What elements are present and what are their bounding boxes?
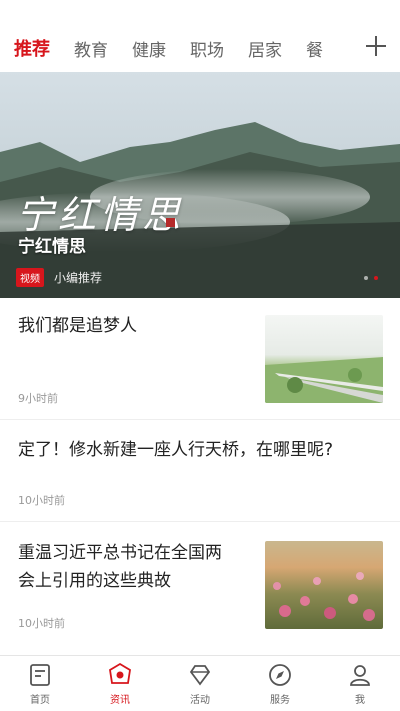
nav-activity-label: 活动 <box>190 695 210 706</box>
news-time: 9小时前 <box>18 392 58 405</box>
banner-meta: 视频 小编推荐 <box>16 268 102 287</box>
nav-me-label: 我 <box>355 695 365 706</box>
flower-field-image <box>273 572 375 621</box>
video-badge: 视频 <box>16 268 44 287</box>
news-item[interactable]: 定了！修水新建一座人行天桥，在哪里呢? 10小时前 <box>0 420 400 522</box>
highway-image <box>265 357 383 403</box>
carousel-indicator <box>358 276 378 280</box>
nav-news[interactable]: 资讯 <box>80 656 160 711</box>
tab-education[interactable]: 教育 <box>74 12 108 61</box>
banner-title: 宁红情思 <box>18 237 86 257</box>
banner-seal-stamp <box>166 218 175 227</box>
tab-recommend[interactable]: 推荐 <box>14 11 50 61</box>
category-tabs: 推荐 教育 健康 职场 居家 餐 <box>0 0 400 72</box>
news-title-line2: 会上引用的这些典故 <box>18 571 171 591</box>
banner-subtitle: 小编推荐 <box>54 271 103 285</box>
banner-calligraphy-title: 宁红情思 <box>16 193 185 237</box>
add-tab-button[interactable] <box>364 34 388 58</box>
news-icon <box>109 662 131 684</box>
news-item[interactable]: 我们都是追梦人 9小时前 <box>0 298 400 420</box>
news-item[interactable]: 重温习近平总书记在全国两 会上引用的这些典故 10小时前 <box>0 522 400 648</box>
carousel-dot[interactable] <box>364 276 368 280</box>
nav-news-label: 资讯 <box>110 695 130 706</box>
compass-icon <box>269 664 291 686</box>
featured-banner[interactable]: 宁红情思 宁红情思 视频 小编推荐 <box>0 72 400 298</box>
user-icon <box>350 665 370 686</box>
nav-activity[interactable]: 活动 <box>160 656 240 711</box>
news-time: 10小时前 <box>18 617 65 630</box>
nav-service[interactable]: 服务 <box>240 656 320 711</box>
news-title-line1: 重温习近平总书记在全国两 <box>18 543 222 563</box>
nav-service-label: 服务 <box>270 695 290 706</box>
tab-home-living[interactable]: 居家 <box>248 12 282 61</box>
tab-workplace[interactable]: 职场 <box>190 12 224 61</box>
carousel-dot-active[interactable] <box>374 276 378 280</box>
diamond-icon <box>189 665 211 686</box>
home-icon <box>30 664 50 686</box>
tab-food[interactable]: 餐 <box>306 12 323 61</box>
news-title: 我们都是追梦人 <box>18 316 137 336</box>
news-title: 定了！修水新建一座人行天桥，在哪里呢? <box>18 440 334 460</box>
news-time: 10小时前 <box>18 494 65 507</box>
nav-me[interactable]: 我 <box>320 656 400 711</box>
news-thumbnail <box>265 541 383 629</box>
bottom-navigation: 首页 资讯 活动 服务 我 <box>0 655 400 711</box>
tab-health[interactable]: 健康 <box>132 12 166 61</box>
nav-home-label: 首页 <box>30 695 50 706</box>
news-thumbnail <box>265 315 383 403</box>
nav-home[interactable]: 首页 <box>0 656 80 711</box>
